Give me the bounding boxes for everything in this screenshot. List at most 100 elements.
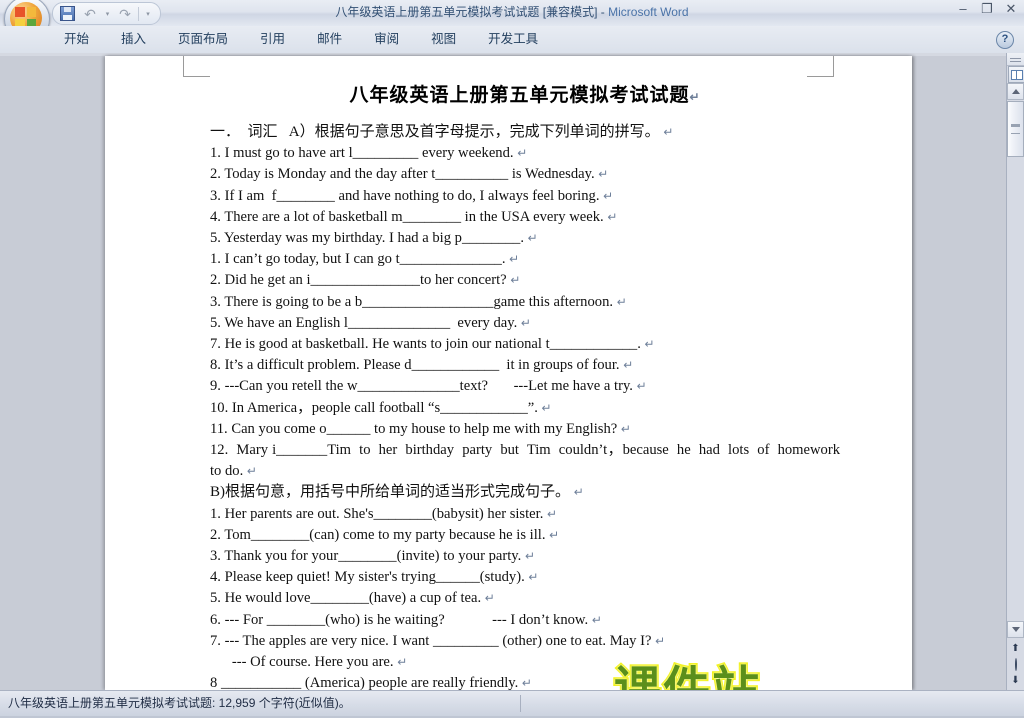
ribbon-tab-0[interactable]: 开始 [48, 26, 105, 53]
restore-button[interactable]: ❐ [980, 2, 994, 16]
document-line: B)根据句意，用括号中所给单词的适当形式完成句子。 ↵ [210, 482, 840, 503]
paragraph-mark: ↵ [547, 506, 558, 521]
ribbon-tab-5[interactable]: 审阅 [358, 26, 415, 53]
save-button[interactable] [57, 5, 77, 23]
document-line: 3. Thank you for your________(invite) to… [210, 546, 840, 567]
toolbar-divider [138, 6, 139, 21]
document-line-text: 11. Can you come o______ to my house to … [210, 420, 618, 437]
close-button[interactable]: ✕ [1004, 2, 1018, 16]
document-line: 6. --- For ________(who) is he waiting? … [210, 610, 840, 631]
document-line: 7. --- The apples are very nice. I want … [210, 631, 840, 652]
customize-quick-access-button[interactable]: ▾ [142, 5, 154, 23]
paragraph-mark: ↵ [663, 125, 674, 139]
document-line: 一． 词汇 A）根据句子意思及首字母提示，完成下列单词的拼写。 ↵ [210, 122, 840, 143]
paragraph-mark: ↵ [598, 167, 609, 182]
paragraph-mark: ↵ [509, 252, 520, 267]
paragraph-mark: ↵ [636, 379, 647, 394]
document-line: 1. I must go to have art l_________ ever… [210, 143, 840, 164]
status-bar-divider [520, 695, 521, 712]
document-line-text: 8. It’s a difficult problem. Please d___… [210, 357, 620, 374]
minimize-button[interactable]: – [956, 2, 970, 16]
document-line-text: 4. There are a lot of basketball m______… [210, 208, 604, 225]
window-title-separator: - [597, 5, 609, 19]
document-line-text: 2. Today is Monday and the day after t__… [210, 166, 595, 183]
scroll-down-button[interactable] [1007, 621, 1024, 638]
document-line-text: 5. Yesterday was my birthday. I had a bi… [210, 230, 524, 247]
ribbon-tab-1[interactable]: 插入 [105, 26, 162, 53]
document-line: 2. Tom________(can) come to my party bec… [210, 525, 840, 546]
document-line: 9. ---Can you retell the w______________… [210, 376, 840, 397]
document-line: 2. Did he get an i_______________to her … [210, 270, 840, 291]
margin-marker-top-left [183, 56, 210, 77]
vertical-scrollbar[interactable]: ⬆ ⬇ [1006, 53, 1024, 690]
scrollbar-track[interactable] [1007, 100, 1024, 621]
document-line: --- Of course. Here you are. ↵ [210, 652, 840, 673]
paragraph-mark: ↵ [524, 549, 535, 564]
document-line-text: 12. Mary i_______Tim to her birthday par… [210, 442, 844, 480]
select-browse-object-button[interactable] [1008, 657, 1023, 672]
paragraph-mark: ↵ [689, 90, 701, 104]
paragraph-mark: ↵ [620, 421, 631, 436]
document-line-text: 8 ___________ (America) people are reall… [210, 675, 519, 690]
document-line-text: 2. Did he get an i_______________to her … [210, 272, 507, 289]
paragraph-mark: ↵ [528, 570, 539, 585]
document-line-text: 7. He is good at basketball. He wants to… [210, 336, 641, 353]
paragraph-mark: ↵ [616, 294, 627, 309]
document-line-text: 10. In America，people call football “s__… [210, 399, 538, 416]
next-page-button[interactable]: ⬇ [1008, 673, 1023, 688]
paragraph-mark: ↵ [527, 231, 538, 246]
paragraph-mark: ↵ [591, 612, 602, 627]
window-title-document: 八年级英语上册第五单元模拟考试试题 [兼容模式] [335, 5, 598, 19]
document-line-text: 1. I can’t go today, but I can go t_____… [210, 251, 506, 268]
chevron-down-icon: ▾ [105, 10, 110, 18]
document-line-text: 1. Her parents are out. She's________(ba… [210, 505, 544, 522]
scroll-up-button[interactable] [1007, 83, 1024, 100]
document-line-text: 1. I must go to have art l_________ ever… [210, 145, 514, 162]
paragraph-mark: ↵ [246, 464, 257, 479]
document-text-area[interactable]: 八年级英语上册第五单元模拟考试试题↵ 一． 词汇 A）根据句子意思及首字母提示，… [210, 80, 840, 690]
document-line-text: 2. Tom________(can) come to my party bec… [210, 526, 546, 543]
document-page[interactable]: 八年级英语上册第五单元模拟考试试题↵ 一． 词汇 A）根据句子意思及首字母提示，… [105, 56, 912, 690]
ribbon-tab-6[interactable]: 视图 [415, 26, 472, 53]
paragraph-mark: ↵ [521, 676, 532, 690]
margin-marker-top-right [807, 56, 834, 77]
document-workspace: 八年级英语上册第五单元模拟考试试题↵ 一． 词汇 A）根据句子意思及首字母提示，… [0, 53, 1024, 690]
paragraph-mark: ↵ [607, 209, 618, 224]
document-line-text: 4. Please keep quiet! My sister's trying… [210, 569, 525, 586]
previous-page-button[interactable]: ⬆ [1008, 641, 1023, 656]
document-line: 5. We have an English l______________ ev… [210, 313, 840, 334]
ribbon-tab-7[interactable]: 开发工具 [472, 26, 554, 53]
paragraph-mark: ↵ [573, 485, 584, 500]
document-lines: 一． 词汇 A）根据句子意思及首字母提示，完成下列单词的拼写。 ↵ 1. I mu… [210, 122, 840, 690]
document-line: 7. He is good at basketball. He wants to… [210, 334, 840, 355]
split-window-handle[interactable] [1007, 53, 1024, 66]
document-line-text: --- Of course. Here you are. [210, 654, 394, 671]
word-application-window: 八年级英语上册第五单元模拟考试试题 [兼容模式] - Microsoft Wor… [0, 0, 1024, 718]
help-icon[interactable]: ? [996, 31, 1014, 49]
redo-button[interactable]: ↷ [115, 5, 135, 23]
scrollbar-thumb[interactable] [1007, 101, 1024, 157]
paragraph-mark: ↵ [623, 358, 634, 373]
ribbon-tab-3[interactable]: 引用 [244, 26, 301, 53]
document-line: 5. He would love________(have) a cup of … [210, 588, 840, 609]
document-line: 10. In America，people call football “s__… [210, 398, 840, 419]
chevron-down-icon: ▾ [146, 10, 150, 18]
ribbon-tab-4[interactable]: 邮件 [301, 26, 358, 53]
undo-dropdown-button[interactable]: ▾ [103, 5, 112, 23]
save-icon [59, 6, 75, 21]
ribbon-tab-2[interactable]: 页面布局 [162, 26, 244, 53]
document-line: 8. It’s a difficult problem. Please d___… [210, 355, 840, 376]
document-line-text: 5. He would love________(have) a cup of … [210, 590, 482, 607]
ribbon-tab-bar: 开始 插入 页面布局 引用 邮件 审阅 视图 开发工具 ? [0, 26, 1024, 54]
paragraph-mark: ↵ [655, 633, 666, 648]
document-line: 5. Yesterday was my birthday. I had a bi… [210, 228, 840, 249]
page-view-icon[interactable] [1008, 66, 1024, 83]
undo-button[interactable]: ↶ [80, 5, 100, 23]
document-line: 8 ___________ (America) people are reall… [210, 673, 840, 690]
paragraph-mark: ↵ [397, 655, 408, 670]
paragraph-mark: ↵ [541, 400, 552, 415]
paragraph-mark: ↵ [517, 146, 528, 161]
paragraph-mark: ↵ [549, 527, 560, 542]
document-heading-text: 八年级英语上册第五单元模拟考试试题 [349, 85, 690, 106]
document-line-text: 3. There is going to be a b_____________… [210, 293, 614, 310]
